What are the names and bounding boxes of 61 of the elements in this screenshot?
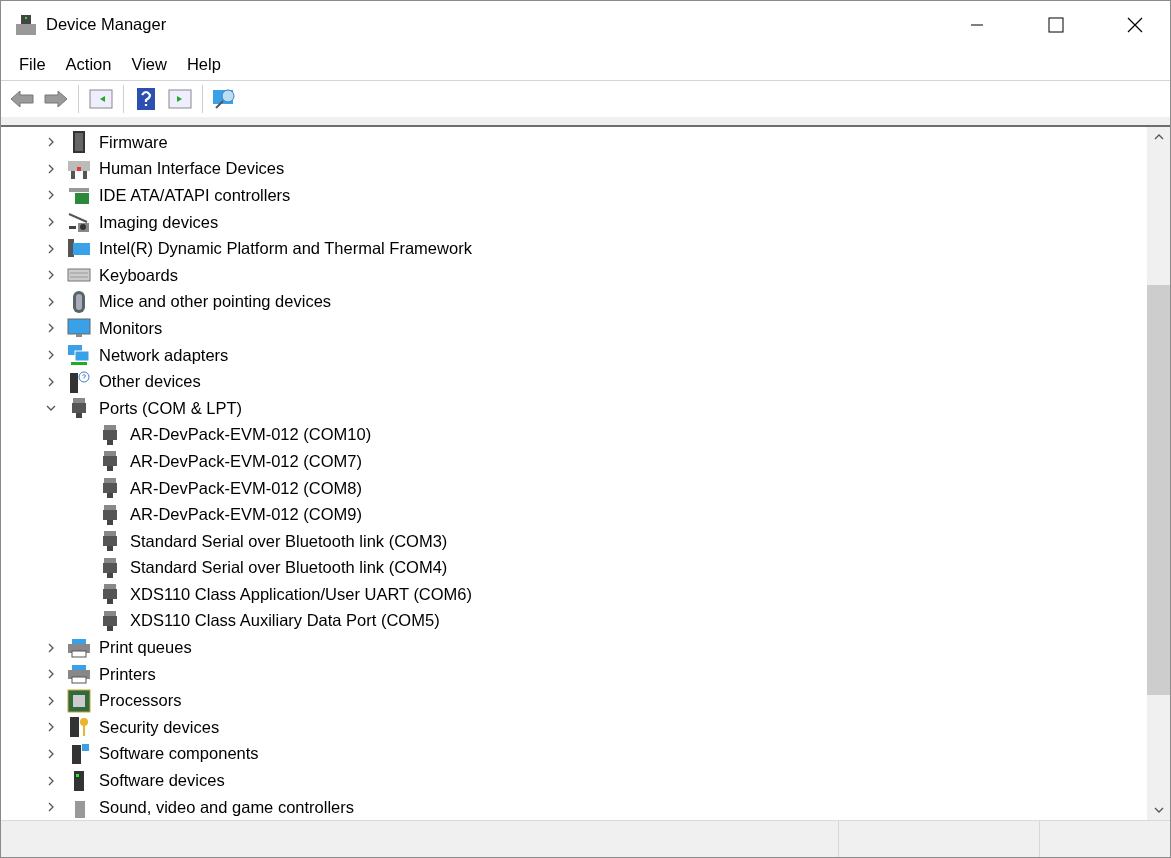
tree-item[interactable]: Processors xyxy=(99,691,182,711)
tree-item[interactable]: IDE ATA/ATAPI controllers xyxy=(99,186,291,205)
chevron-icon xyxy=(46,775,56,786)
menu-item[interactable]: View xyxy=(121,50,177,78)
chevron-icon xyxy=(46,695,56,706)
chevron-icon xyxy=(46,376,56,387)
chevron-icon xyxy=(46,137,56,148)
chevron-icon xyxy=(46,323,56,334)
network-icon xyxy=(67,343,91,368)
tree-item[interactable]: Software components xyxy=(99,744,259,764)
processor-icon xyxy=(67,688,91,713)
tree-item[interactable]: Monitors xyxy=(99,318,163,338)
tree-item[interactable]: Keyboards xyxy=(99,265,178,285)
chevron-icon xyxy=(46,350,56,361)
printer-icon xyxy=(67,662,91,687)
tree-item[interactable]: AR-DevPack-EVM-012 (COM9) xyxy=(130,505,362,525)
chevron-icon xyxy=(46,190,56,201)
tree-item[interactable]: XDS110 Class Auxiliary Data Port (COM5) xyxy=(130,611,440,631)
tree-item[interactable]: Imaging devices xyxy=(99,212,219,232)
tree-item[interactable]: Printers xyxy=(99,664,156,684)
tree-item[interactable]: Intel(R) Dynamic Platform and Thermal Framework xyxy=(99,239,472,259)
tree-item[interactable]: XDS110 Class Application/User UART (COM6) xyxy=(130,584,473,604)
chevron-icon xyxy=(46,296,56,307)
scroll-thumb[interactable] xyxy=(1147,285,1170,695)
tree-item[interactable]: Sound, video and game controllers xyxy=(99,797,354,817)
tree-item[interactable]: Other devices xyxy=(99,372,201,392)
chevron-icon xyxy=(46,669,56,680)
tree-item[interactable]: Network adapters xyxy=(99,345,229,365)
tree-item[interactable]: Print queues xyxy=(99,638,192,658)
chevron-icon xyxy=(46,217,56,228)
key-device-icon xyxy=(67,715,91,740)
tree-item[interactable]: AR-DevPack-EVM-012 (COM10) xyxy=(130,425,372,445)
scrollbar[interactable] xyxy=(1147,127,1170,820)
chevron-icon xyxy=(46,802,56,813)
tree-item[interactable]: Mice and other pointing devices xyxy=(99,292,332,312)
tree-item[interactable]: Security devices xyxy=(99,717,220,737)
chevron-icon xyxy=(46,270,56,281)
tree-item[interactable]: Firmware xyxy=(99,132,168,152)
chevron-icon xyxy=(46,748,56,759)
tree-item[interactable]: Standard Serial over Bluetooth link (COM3) xyxy=(130,531,448,551)
tree-item[interactable]: Human Interface Devices xyxy=(99,159,285,179)
tree-item[interactable]: Software devices xyxy=(99,771,225,791)
window-title: Device Manager xyxy=(46,15,168,34)
menu-item[interactable]: Action xyxy=(55,50,122,78)
tree-item[interactable]: AR-DevPack-EVM-012 (COM8) xyxy=(130,478,362,498)
tree-item[interactable]: Standard Serial over Bluetooth link (COM4) xyxy=(130,558,448,578)
chevron-up-icon xyxy=(1153,134,1164,140)
menu-item[interactable]: Help xyxy=(176,50,231,78)
chevron-icon xyxy=(46,163,56,174)
chevron-icon xyxy=(46,722,56,733)
tree-item[interactable]: Ports (COM & LPT) xyxy=(99,398,242,418)
camera-icon xyxy=(67,210,91,235)
chevron-down-icon xyxy=(1153,807,1164,813)
question-device-icon xyxy=(67,369,91,394)
close-icon xyxy=(1127,16,1143,33)
tree-item[interactable]: AR-DevPack-EVM-012 (COM7) xyxy=(130,451,362,471)
chevron-icon xyxy=(46,642,56,653)
maximize-icon xyxy=(1048,16,1064,33)
menu-item[interactable]: File xyxy=(9,50,56,78)
chevron-icon xyxy=(46,243,56,254)
app-icon xyxy=(15,13,37,36)
